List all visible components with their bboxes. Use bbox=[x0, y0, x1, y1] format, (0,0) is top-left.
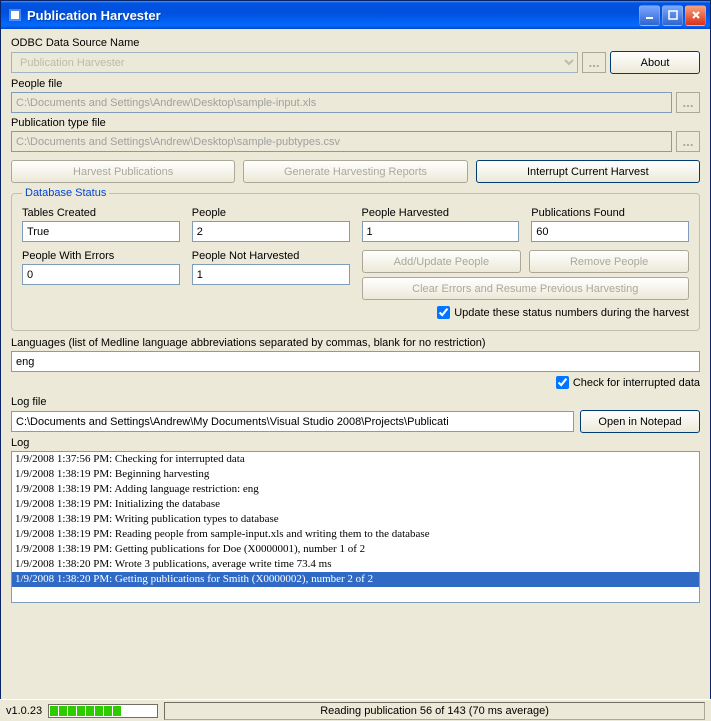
people-file-input bbox=[11, 92, 672, 113]
languages-label: Languages (list of Medline language abbr… bbox=[11, 337, 700, 349]
add-update-people-button: Add/Update People bbox=[362, 250, 522, 273]
close-button[interactable] bbox=[685, 5, 706, 26]
interrupted-checkbox-label[interactable]: Check for interrupted data bbox=[556, 376, 700, 389]
version-label: v1.0.23 bbox=[6, 705, 42, 717]
app-icon bbox=[7, 7, 23, 23]
open-notepad-button[interactable]: Open in Notepad bbox=[580, 410, 700, 433]
update-status-checkbox[interactable] bbox=[437, 306, 450, 319]
people-errors-value bbox=[22, 264, 180, 285]
progress-bar bbox=[48, 704, 158, 718]
pubtype-file-input bbox=[11, 131, 672, 152]
about-button[interactable]: About bbox=[610, 51, 700, 74]
people-file-browse-button: ... bbox=[676, 92, 700, 113]
log-line[interactable]: 1/9/2008 1:38:20 PM: Wrote 3 publication… bbox=[12, 557, 699, 572]
interrupted-checkbox[interactable] bbox=[556, 376, 569, 389]
maximize-button[interactable] bbox=[662, 5, 683, 26]
log-line[interactable]: 1/9/2008 1:38:19 PM: Reading people from… bbox=[12, 527, 699, 542]
log-line[interactable]: 1/9/2008 1:37:56 PM: Checking for interr… bbox=[12, 452, 699, 467]
people-label: People bbox=[192, 207, 350, 219]
pubs-found-label: Publications Found bbox=[531, 207, 689, 219]
odbc-select: Publication Harvester bbox=[11, 52, 578, 73]
logfile-label: Log file bbox=[11, 396, 700, 408]
log-line[interactable]: 1/9/2008 1:38:19 PM: Writing publication… bbox=[12, 512, 699, 527]
log-line[interactable]: 1/9/2008 1:38:20 PM: Getting publication… bbox=[12, 572, 699, 587]
harvest-button: Harvest Publications bbox=[11, 160, 235, 183]
languages-input[interactable] bbox=[11, 351, 700, 372]
odbc-label: ODBC Data Source Name bbox=[11, 37, 700, 49]
odbc-browse-button: ... bbox=[582, 52, 606, 73]
statusbar: v1.0.23 Reading publication 56 of 143 (7… bbox=[0, 699, 711, 721]
tables-created-value bbox=[22, 221, 180, 242]
people-value bbox=[192, 221, 350, 242]
database-status-legend: Database Status bbox=[22, 187, 109, 199]
pubtype-file-browse-button: ... bbox=[676, 131, 700, 152]
clear-errors-button: Clear Errors and Resume Previous Harvest… bbox=[362, 277, 690, 300]
log-line[interactable]: 1/9/2008 1:38:19 PM: Initializing the da… bbox=[12, 497, 699, 512]
people-harvested-value bbox=[362, 221, 520, 242]
titlebar: Publication Harvester bbox=[1, 1, 710, 29]
interrupt-button[interactable]: Interrupt Current Harvest bbox=[476, 160, 700, 183]
update-status-checkbox-label[interactable]: Update these status numbers during the h… bbox=[437, 306, 689, 319]
log-line[interactable]: 1/9/2008 1:38:19 PM: Beginning harvestin… bbox=[12, 467, 699, 482]
people-not-harvested-value bbox=[192, 264, 350, 285]
database-status-group: Database Status Tables Created People Pe… bbox=[11, 187, 700, 331]
people-harvested-label: People Harvested bbox=[362, 207, 520, 219]
people-errors-label: People With Errors bbox=[22, 250, 180, 262]
minimize-button[interactable] bbox=[639, 5, 660, 26]
status-message: Reading publication 56 of 143 (70 ms ave… bbox=[164, 702, 705, 720]
log-line[interactable]: 1/9/2008 1:38:19 PM: Adding language res… bbox=[12, 482, 699, 497]
people-file-label: People file bbox=[11, 78, 700, 90]
tables-created-label: Tables Created bbox=[22, 207, 180, 219]
pubs-found-value bbox=[531, 221, 689, 242]
pubtype-file-label: Publication type file bbox=[11, 117, 700, 129]
window-title: Publication Harvester bbox=[27, 8, 637, 23]
log-line[interactable]: 1/9/2008 1:38:19 PM: Getting publication… bbox=[12, 542, 699, 557]
log-listbox[interactable]: 1/9/2008 1:37:56 PM: Checking for interr… bbox=[11, 451, 700, 603]
remove-people-button: Remove People bbox=[529, 250, 689, 273]
logfile-input[interactable] bbox=[11, 411, 574, 432]
people-not-harvested-label: People Not Harvested bbox=[192, 250, 350, 262]
log-label: Log bbox=[11, 437, 700, 449]
reports-button: Generate Harvesting Reports bbox=[243, 160, 467, 183]
